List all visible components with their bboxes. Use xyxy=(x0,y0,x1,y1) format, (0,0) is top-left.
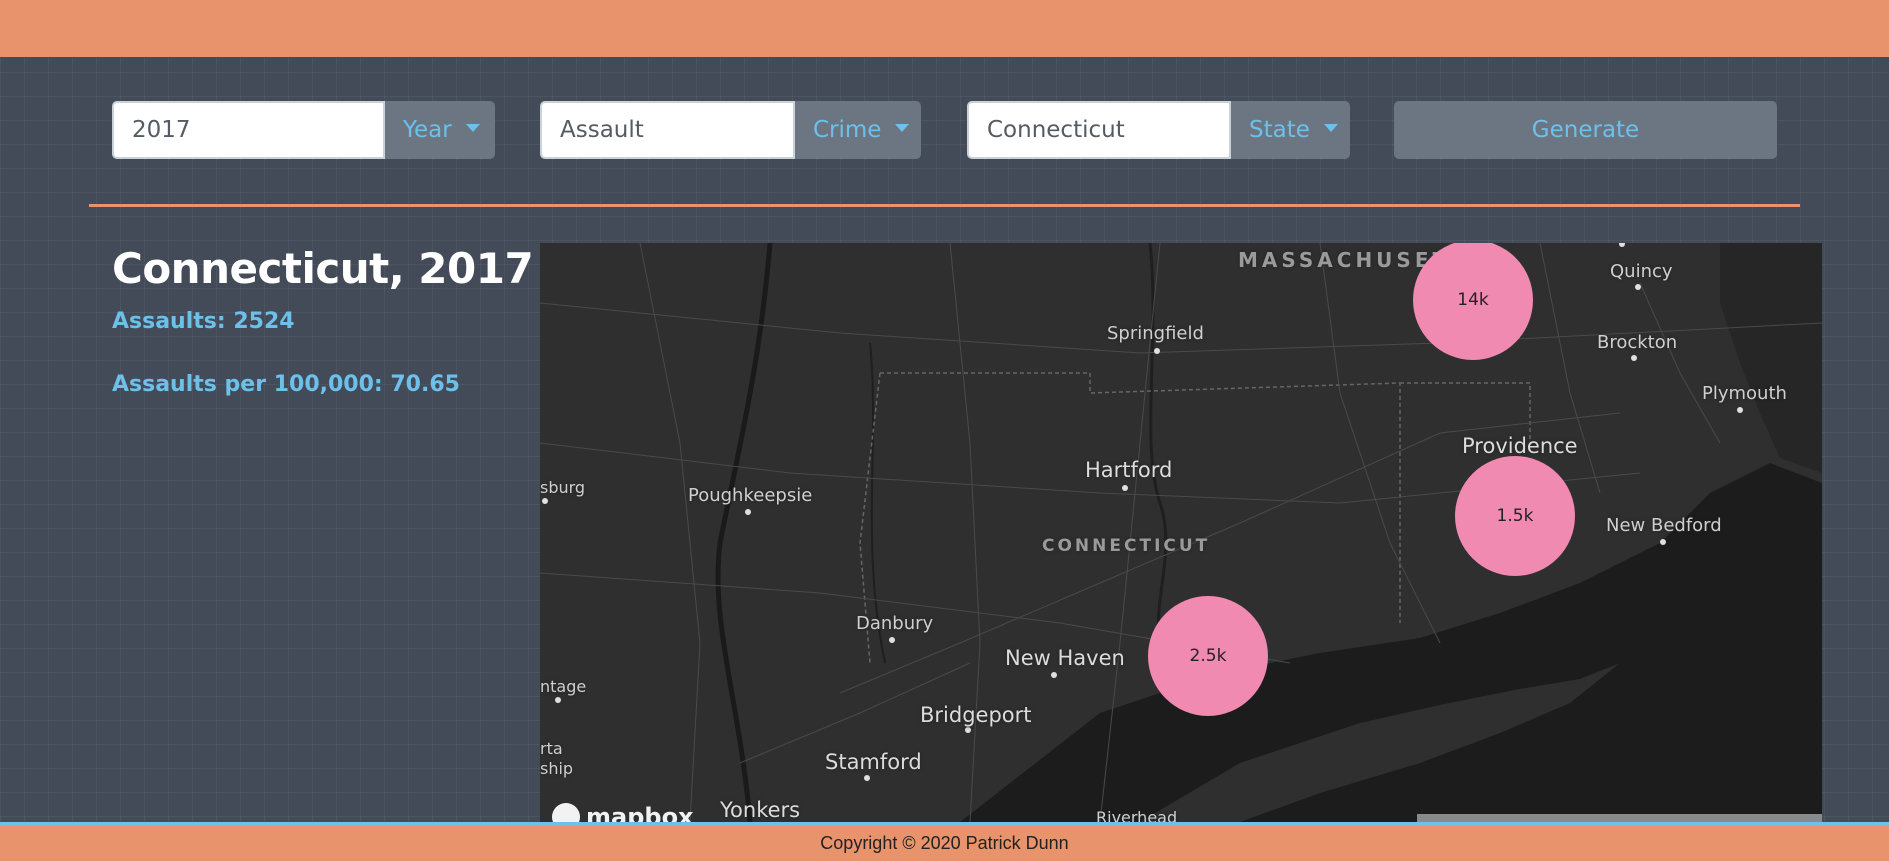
map-label-bridgeport: Bridgeport xyxy=(920,703,1032,727)
map-label-poughkeepsie: Poughkeepsie xyxy=(688,485,813,506)
map-label-ntage: ntage xyxy=(540,677,587,696)
map-label-quincy: Quincy xyxy=(1610,261,1673,282)
map-label-ship: ship xyxy=(540,759,574,778)
map-label-new-bedford: New Bedford xyxy=(1606,515,1722,536)
map-label-riverhead: Riverhead xyxy=(1096,808,1178,822)
mapbox-logo-icon xyxy=(552,803,580,822)
map-label-sburg: sburg xyxy=(540,478,586,497)
map-label-springfield: Springfield xyxy=(1107,323,1204,344)
filter-controls: Year Crime State Generate xyxy=(0,101,1889,159)
crime-input[interactable] xyxy=(540,101,795,159)
footer: Copyright © 2020 Patrick Dunn xyxy=(0,826,1889,861)
generate-button[interactable]: Generate xyxy=(1394,101,1777,159)
map-label-danbury: Danbury xyxy=(856,613,934,634)
map-label-brockton: Brockton xyxy=(1597,332,1678,353)
crime-dropdown-button[interactable]: Crime xyxy=(795,101,921,159)
state-dropdown-button[interactable]: State xyxy=(1231,101,1350,159)
map-label-yonkers: Yonkers xyxy=(720,798,801,822)
map-cluster-marker[interactable]: 1.5k xyxy=(1455,456,1575,576)
crime-map[interactable]: MASSACHUSETTS CONNECTICUT Springfield Ha… xyxy=(540,243,1822,822)
map-label-connecticut: CONNECTICUT xyxy=(1042,536,1211,556)
mapbox-logo[interactable]: mapbox xyxy=(552,803,694,822)
caret-down-icon xyxy=(465,124,480,132)
map-attribution-bar xyxy=(1417,814,1822,822)
caret-down-icon xyxy=(895,124,910,132)
map-cluster-marker[interactable]: 14k xyxy=(1413,243,1533,360)
assault-count: Assaults: 2524 xyxy=(112,309,295,334)
caret-down-icon xyxy=(1323,124,1338,132)
assault-rate: Assaults per 100,000: 70.65 xyxy=(112,372,460,397)
year-dropdown-button[interactable]: Year xyxy=(385,101,495,159)
top-header-bar xyxy=(0,0,1889,57)
mapbox-logo-text: mapbox xyxy=(586,803,694,822)
summary-panel: Connecticut, 2017 Assaults: 2524 Assault… xyxy=(112,244,534,397)
map-label-new-haven: New Haven xyxy=(1005,646,1125,670)
state-input[interactable] xyxy=(967,101,1231,159)
map-label-rta: rta xyxy=(540,739,563,758)
map-label-providence: Providence xyxy=(1462,434,1578,458)
state-dropdown-label: State xyxy=(1249,117,1310,143)
map-cluster-marker[interactable]: 2.5k xyxy=(1148,596,1268,716)
map-label-plymouth: Plymouth xyxy=(1702,383,1787,404)
copyright-text: Copyright © 2020 Patrick Dunn xyxy=(820,833,1069,853)
crime-dropdown-label: Crime xyxy=(813,117,882,143)
section-divider xyxy=(89,204,1800,207)
year-dropdown-label: Year xyxy=(403,117,452,143)
year-input[interactable] xyxy=(112,101,385,159)
summary-title: Connecticut, 2017 xyxy=(112,244,534,293)
map-label-hartford: Hartford xyxy=(1085,458,1173,482)
map-label-stamford: Stamford xyxy=(825,750,922,774)
